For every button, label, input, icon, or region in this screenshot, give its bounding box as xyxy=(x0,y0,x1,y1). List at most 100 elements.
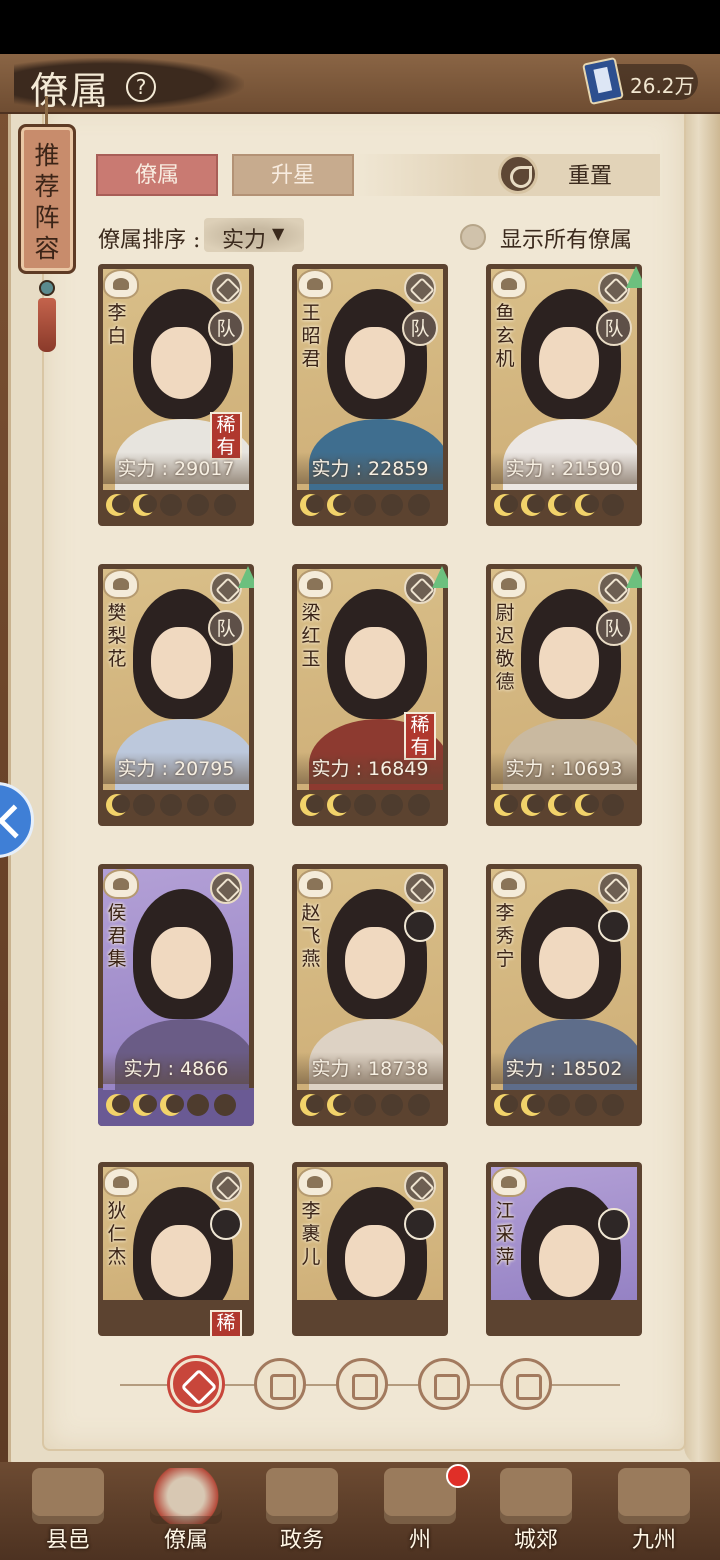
retainer-name: 李裹儿 xyxy=(301,1200,321,1268)
help-icon[interactable]: ? xyxy=(126,72,156,102)
nav-building-icon xyxy=(150,1468,222,1524)
mouse-filter-icon[interactable] xyxy=(336,1358,388,1410)
team-badge: 队 xyxy=(208,310,244,346)
upgrade-arrow-icon xyxy=(626,266,642,288)
recommend-lineup-label: 推荐阵容 xyxy=(34,141,60,263)
retainer-card[interactable]: 狄仁杰稀 xyxy=(98,1162,254,1336)
sort-value[interactable]: 实力 xyxy=(222,222,266,254)
partner-avatar-icon xyxy=(404,1208,436,1240)
nav-label: 县邑 xyxy=(45,1528,90,1553)
nav-label: 政务 xyxy=(279,1528,324,1553)
retainer-type-icon xyxy=(297,869,333,899)
partner-avatar-icon xyxy=(598,910,630,942)
moon-star-icon xyxy=(381,1094,403,1116)
portrait-face xyxy=(151,1225,211,1297)
moon-star-icon xyxy=(214,1094,236,1116)
chevron-down-icon[interactable]: ▼ xyxy=(272,224,284,243)
reset-button[interactable]: 重置 xyxy=(568,158,612,190)
star-row xyxy=(494,1094,634,1116)
status-bar xyxy=(0,0,720,54)
retainer-card[interactable]: 樊梨花 队实力 : 20795 xyxy=(98,564,254,826)
nav-item[interactable]: 县邑 xyxy=(18,1462,118,1560)
moon-star-icon xyxy=(300,1094,324,1116)
portrait-face xyxy=(151,927,211,999)
skill-icon xyxy=(210,1170,242,1202)
retainer-power: 实力 : 16849 xyxy=(297,752,443,784)
recommend-bead xyxy=(39,280,55,296)
reset-icon[interactable] xyxy=(498,154,538,194)
retainer-type-icon xyxy=(297,269,333,299)
moon-star-icon xyxy=(187,1094,209,1116)
moon-star-icon xyxy=(494,794,518,816)
portrait-face xyxy=(151,327,211,399)
moon-star-icon xyxy=(548,494,572,516)
show-all-checkbox[interactable] xyxy=(460,224,486,250)
portrait-face xyxy=(151,627,211,699)
tab-star-up[interactable]: 升星 xyxy=(232,154,354,196)
retainer-card[interactable]: 李秀宁 实力 : 18502 xyxy=(486,864,642,1126)
book-page-edge xyxy=(684,96,720,1466)
moon-star-icon xyxy=(327,494,351,516)
currency-value: 26.2万 xyxy=(630,74,695,98)
portrait-face xyxy=(345,627,405,699)
moon-star-icon xyxy=(133,794,155,816)
retainer-power: 实力 : 4866 xyxy=(103,1052,249,1084)
moon-star-icon xyxy=(602,794,624,816)
retainer-card[interactable]: 鱼玄机 队实力 : 21590 xyxy=(486,264,642,526)
portrait-face xyxy=(539,927,599,999)
star-row xyxy=(106,1094,246,1116)
retainer-power: 实力 : 18738 xyxy=(297,1052,443,1084)
retainer-card[interactable]: 李裹儿 xyxy=(292,1162,448,1336)
scholar-filter-icon[interactable] xyxy=(254,1358,306,1410)
moon-star-icon xyxy=(548,1094,570,1116)
retainer-card[interactable]: 尉迟敬德 队实力 : 10693 xyxy=(486,564,642,826)
portrait-face xyxy=(539,627,599,699)
moon-star-icon xyxy=(214,794,236,816)
upgrade-arrow-icon xyxy=(432,566,448,588)
app-root: 僚属 ? 26.2万 推荐阵容 僚属 升星 重置 僚属排序 : 实力 ▼ 显示所… xyxy=(0,0,720,1560)
partner-avatar-icon xyxy=(598,1208,630,1240)
portrait-face xyxy=(345,927,405,999)
moon-star-icon xyxy=(300,494,324,516)
team-badge: 队 xyxy=(596,610,632,646)
monkey-filter-icon[interactable] xyxy=(500,1358,552,1410)
moon-star-icon xyxy=(354,1094,376,1116)
retainer-name: 梁红玉 xyxy=(301,602,321,670)
retainer-type-icon xyxy=(491,1167,527,1197)
retainer-name: 赵飞燕 xyxy=(301,902,321,970)
retainer-card[interactable]: 李白队稀有 实力 : 29017 xyxy=(98,264,254,526)
nav-item[interactable]: 政务 xyxy=(252,1462,352,1560)
moon-star-icon xyxy=(160,794,182,816)
moon-star-icon xyxy=(548,794,572,816)
moon-star-icon xyxy=(521,494,545,516)
retainer-card[interactable]: 江采萍 xyxy=(486,1162,642,1336)
nav-item[interactable]: 城郊 xyxy=(486,1462,586,1560)
retainer-power: 实力 : 29017 xyxy=(103,452,249,484)
recommend-string xyxy=(45,96,48,126)
retainer-card[interactable]: 侯君集 实力 : 4866 xyxy=(98,864,254,1126)
moon-star-icon xyxy=(300,794,324,816)
nav-label: 九州 xyxy=(631,1528,676,1553)
partner-avatar-icon xyxy=(210,1208,242,1240)
retainer-name: 尉迟敬德 xyxy=(495,602,515,693)
all-filter-icon[interactable] xyxy=(170,1358,222,1410)
retainer-card[interactable]: 梁红玉 稀有 实力 : 16849 xyxy=(292,564,448,826)
moon-star-icon xyxy=(354,494,376,516)
tab-retainers[interactable]: 僚属 xyxy=(96,154,218,196)
notification-badge xyxy=(446,1464,470,1488)
retainer-name: 李白 xyxy=(107,302,127,347)
fan-filter-icon[interactable] xyxy=(418,1358,470,1410)
recommend-tassel xyxy=(38,298,56,352)
nav-item[interactable]: 九州 xyxy=(604,1462,704,1560)
star-row xyxy=(300,494,440,516)
moon-star-icon xyxy=(327,1094,351,1116)
retainer-card[interactable]: 赵飞燕实力 : 18738 xyxy=(292,864,448,1126)
partner-avatar-icon xyxy=(404,910,436,942)
nav-item[interactable]: 僚属 xyxy=(136,1462,236,1560)
moon-star-icon xyxy=(494,494,518,516)
show-all-label[interactable]: 显示所有僚属 xyxy=(500,222,632,254)
retainer-card[interactable]: 王昭君 队实力 : 22859 xyxy=(292,264,448,526)
skill-icon xyxy=(404,272,436,304)
moon-star-icon xyxy=(381,794,403,816)
portrait-face xyxy=(345,327,405,399)
